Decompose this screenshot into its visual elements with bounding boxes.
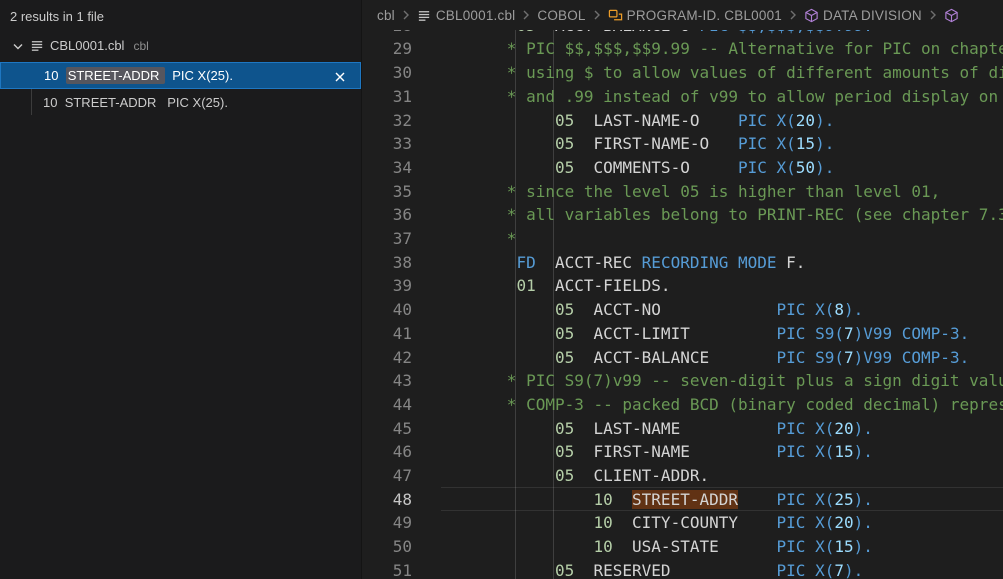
code-line[interactable]: 05 ACCT-BALANCE PIC S9(7)V99 COMP-3. [449, 346, 1003, 370]
file-icon [30, 38, 45, 53]
line-number[interactable]: 51 [363, 559, 412, 579]
code-line[interactable]: 05 LAST-NAME-O PIC X(20). [449, 109, 1003, 133]
result-prefix: 10 [43, 95, 65, 110]
breadcrumb-label: CBL0001.cbl [436, 8, 516, 23]
chevron-right-icon [925, 7, 941, 23]
code-line[interactable]: * PIC S9(7)v99 -- seven-digit plus a sig… [449, 369, 1003, 393]
editor: cbl CBL0001.cbl COBOL PROGRAM-ID. CBL0001 DA… [361, 0, 1003, 579]
line-number[interactable]: 30 [363, 61, 412, 85]
code-line[interactable]: 10 STREET-ADDR PIC X(25). [449, 488, 1003, 512]
line-number[interactable]: 47 [363, 464, 412, 488]
line-number[interactable]: 45 [363, 417, 412, 441]
chevron-right-icon [518, 7, 534, 23]
chevron-right-icon [589, 7, 605, 23]
chevron-down-icon[interactable] [10, 38, 26, 54]
dismiss-result-button[interactable] [331, 68, 348, 85]
line-number[interactable]: 42 [363, 346, 412, 370]
breadcrumb-item[interactable]: cbl [377, 8, 395, 23]
code-line[interactable]: * PIC $$,$$$,$$9.99 -- Alternative for P… [449, 37, 1003, 61]
editor-find-match: STREET-ADDR [632, 490, 738, 509]
code-line[interactable]: FD ACCT-REC RECORDING MODE F. [449, 251, 1003, 275]
line-number[interactable]: 35 [363, 180, 412, 204]
line-number[interactable]: 39 [363, 274, 412, 298]
line-number[interactable]: 40 [363, 298, 412, 322]
chevron-right-icon [785, 7, 801, 23]
code-line[interactable]: * and .99 instead of v99 to allow period… [449, 85, 1003, 109]
line-number[interactable]: 41 [363, 322, 412, 346]
search-result-row[interactable]: 10 STREET-ADDR PIC X(25). [0, 89, 361, 116]
search-results-panel: 2 results in 1 file CBL0001.cbl cbl 10 S… [0, 0, 361, 579]
line-number[interactable]: 37 [363, 227, 412, 251]
match-highlight: STREET-ADDR [66, 67, 165, 84]
breadcrumb-label: COBOL [537, 8, 585, 23]
line-number[interactable]: 38 [363, 251, 412, 275]
code-line[interactable]: 05 COMMENTS-O PIC X(50). [449, 156, 1003, 180]
line-number[interactable]: 48 [363, 488, 412, 512]
code-line[interactable]: 05 CLIENT-ADDR. [449, 464, 1003, 488]
code-line[interactable]: * [449, 227, 1003, 251]
search-result-row[interactable]: 10 STREET-ADDR PIC X(25). [0, 62, 361, 89]
search-file-name: CBL0001.cbl [50, 38, 124, 53]
code-line[interactable]: 05 LAST-NAME PIC X(20). [449, 417, 1003, 441]
search-file-path: cbl [133, 39, 148, 53]
line-number[interactable]: 49 [363, 511, 412, 535]
code-line[interactable]: 01 ACCT-FIELDS. [449, 274, 1003, 298]
result-suffix: PIC X(25). [165, 68, 233, 83]
breadcrumb-label: PROGRAM-ID. CBL0001 [627, 8, 782, 23]
cube-icon [804, 8, 819, 23]
line-number[interactable]: 44 [363, 393, 412, 417]
breadcrumb-label: cbl [377, 8, 395, 23]
code-line[interactable]: 05 RESERVED PIC X(7). [449, 559, 1003, 579]
breadcrumb-item[interactable]: PROGRAM-ID. CBL0001 [608, 8, 782, 23]
breadcrumb: cbl CBL0001.cbl COBOL PROGRAM-ID. CBL0001 DA… [362, 0, 1003, 30]
search-results-summary: 2 results in 1 file [10, 6, 104, 28]
breadcrumb-item[interactable]: COBOL [537, 8, 585, 23]
line-number[interactable]: 43 [363, 369, 412, 393]
breadcrumb-item[interactable] [944, 8, 959, 23]
match-highlight: STREET-ADDR [65, 95, 160, 110]
line-number[interactable]: 50 [363, 535, 412, 559]
code-line[interactable]: * using $ to allow values of different a… [449, 61, 1003, 85]
line-number[interactable]: 33 [363, 132, 412, 156]
breadcrumb-item[interactable]: DATA DIVISION [804, 8, 922, 23]
result-prefix: 10 [44, 68, 66, 83]
line-number[interactable]: 46 [363, 440, 412, 464]
line-number[interactable]: 32 [363, 109, 412, 133]
code-line[interactable]: 05 ACCT-NO PIC X(8). [449, 298, 1003, 322]
code-line[interactable]: 05 FIRST-NAME-O PIC X(15). [449, 132, 1003, 156]
result-suffix: PIC X(25). [160, 95, 228, 110]
search-file-group[interactable]: CBL0001.cbl cbl [0, 32, 361, 59]
class-icon [608, 8, 623, 23]
breadcrumb-item[interactable]: CBL0001.cbl [417, 8, 516, 23]
breadcrumb-label: DATA DIVISION [823, 8, 922, 23]
line-number[interactable]: 31 [363, 85, 412, 109]
code-line[interactable]: 05 FIRST-NAME PIC X(15). [449, 440, 1003, 464]
code-line[interactable]: * since the level 05 is higher than leve… [449, 180, 1003, 204]
line-number[interactable]: 34 [363, 156, 412, 180]
code-line[interactable]: * all variables belong to PRINT-REC (see… [449, 203, 1003, 227]
file-icon [417, 8, 432, 23]
chevron-right-icon [398, 7, 414, 23]
code-line[interactable]: * COMP-3 -- packed BCD (binary coded dec… [449, 393, 1003, 417]
code-line[interactable]: 10 CITY-COUNTY PIC X(20). [449, 511, 1003, 535]
cube-icon [944, 8, 959, 23]
code-line[interactable]: 10 USA-STATE PIC X(15). [449, 535, 1003, 559]
line-number[interactable]: 29 [363, 37, 412, 61]
code-line[interactable]: 05 ACCT-LIMIT PIC S9(7)V99 COMP-3. [449, 322, 1003, 346]
line-number[interactable]: 36 [363, 203, 412, 227]
